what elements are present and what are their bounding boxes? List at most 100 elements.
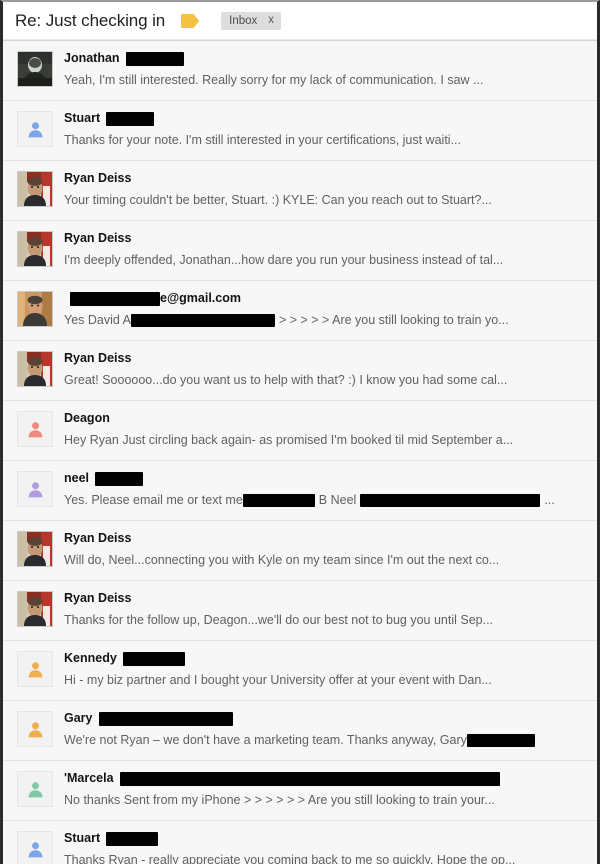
- redaction-bar: [242, 493, 315, 507]
- redaction-bar: [95, 471, 144, 486]
- avatar-stuart: [17, 831, 53, 864]
- avatar-ryan-deiss: [17, 531, 53, 567]
- sender-name: Ryan Deiss: [64, 231, 132, 245]
- label-chip-inbox[interactable]: Inbox x: [221, 11, 282, 30]
- redaction-bar: [106, 111, 155, 126]
- avatar-jonathan: [17, 51, 53, 87]
- message-row[interactable]: Stuart Thanks Ryan - really appreciate yo…: [3, 821, 597, 864]
- avatar-stuart: [17, 111, 53, 147]
- avatar-kennedy: [17, 651, 53, 687]
- message-row[interactable]: neel Yes. Please email me or text me B Nee…: [3, 461, 597, 521]
- message-body: Ryan Deiss I'm deeply offended, Jonathan.…: [64, 230, 597, 268]
- message-body: neel Yes. Please email me or text me B Nee…: [64, 470, 597, 508]
- avatar-ryan-deiss: [17, 171, 53, 207]
- snippet-text: Yes David A: [64, 312, 131, 327]
- person-icon: [27, 121, 44, 138]
- snippet-text: Your timing couldn't be better, Stuart. …: [64, 192, 492, 207]
- message-sender-line: Jonathan: [64, 51, 597, 66]
- message-snippet-line: Great! Soooooo...do you want us to help …: [64, 372, 597, 388]
- sender-name: Ryan Deiss: [64, 171, 132, 185]
- message-snippet-line: Yes David A > > > > > Are you still looki…: [64, 312, 597, 328]
- message-sender-line: Ryan Deiss: [64, 531, 597, 546]
- snippet-text: We're not Ryan – we don't have a marketi…: [64, 732, 467, 747]
- redaction-bar: [122, 651, 185, 666]
- message-body: Ryan Deiss Great! Soooooo...do you want u…: [64, 350, 597, 388]
- message-body: Stuart Thanks Ryan - really appreciate yo…: [64, 830, 597, 864]
- message-row[interactable]: e@gmail.com Yes David A > > > > > Are you …: [3, 281, 597, 341]
- message-row[interactable]: 'Marcela No thanks Sent from my iPhone > …: [3, 761, 597, 821]
- message-sender-line: e@gmail.com: [64, 291, 597, 306]
- sender-name: Jonathan: [64, 51, 120, 65]
- message-row[interactable]: Ryan Deiss Will do, Neel...connecting you…: [3, 521, 597, 581]
- message-body: Stuart Thanks for your note. I'm still in…: [64, 110, 597, 148]
- message-row[interactable]: Stuart Thanks for your note. I'm still in…: [3, 101, 597, 161]
- message-row[interactable]: Gary We're not Ryan – we don't have a mar…: [3, 701, 597, 761]
- sender-name: neel: [64, 471, 90, 485]
- message-snippet-line: Thanks Ryan - really appreciate you comi…: [64, 852, 597, 864]
- message-sender-line: neel: [64, 471, 597, 486]
- sender-name: Stuart: [64, 831, 101, 845]
- label-tag-icon[interactable]: [181, 13, 200, 28]
- sender-name: Ryan Deiss: [64, 351, 132, 365]
- email-thread-window: Re: Just checking in Inbox x Jonathan Yea…: [0, 0, 600, 864]
- message-sender-line: Ryan Deiss: [64, 231, 597, 246]
- message-sender-line: Ryan Deiss: [64, 591, 597, 606]
- sender-name: e@gmail.com: [160, 291, 241, 305]
- message-snippet-line: Hey Ryan Just circling back again- as pr…: [64, 432, 597, 448]
- snippet-text: Hi - my biz partner and I bought your Un…: [64, 672, 492, 687]
- person-icon: [27, 781, 44, 798]
- person-icon: [27, 421, 44, 438]
- redaction-bar: [360, 493, 541, 507]
- message-body: Ryan Deiss Thanks for the follow up, Deag…: [64, 590, 597, 628]
- sender-name: Gary: [64, 711, 93, 725]
- message-sender-line: Gary: [64, 711, 597, 726]
- person-icon: [27, 721, 44, 738]
- message-row[interactable]: Jonathan Yeah, I'm still interested. Real…: [3, 41, 597, 101]
- close-icon[interactable]: x: [268, 14, 274, 27]
- message-row[interactable]: Ryan Deiss Thanks for the follow up, Deag…: [3, 581, 597, 641]
- message-snippet-line: Hi - my biz partner and I bought your Un…: [64, 672, 597, 688]
- snippet-text: Yes. Please email me or text me: [64, 492, 243, 507]
- snippet-text: Thanks for your note. I'm still interest…: [64, 132, 461, 147]
- message-sender-line: 'Marcela: [64, 771, 597, 786]
- message-snippet-line: Yeah, I'm still interested. Really sorry…: [64, 72, 597, 88]
- snippet-text: No thanks Sent from my iPhone > > > > > …: [64, 792, 495, 807]
- snippet-text: Thanks Ryan - really appreciate you comi…: [64, 852, 516, 864]
- message-sender-line: Ryan Deiss: [64, 351, 597, 366]
- avatar-deagon: [17, 411, 53, 447]
- message-row[interactable]: Ryan Deiss Your timing couldn't be better…: [3, 161, 597, 221]
- message-row[interactable]: Ryan Deiss I'm deeply offended, Jonathan.…: [3, 221, 597, 281]
- snippet-text: Great! Soooooo...do you want us to help …: [64, 372, 508, 387]
- message-row[interactable]: Ryan Deiss Great! Soooooo...do you want u…: [3, 341, 597, 401]
- redaction-bar: [106, 831, 159, 846]
- sender-name: Ryan Deiss: [64, 531, 132, 545]
- person-icon: [27, 841, 44, 858]
- message-snippet-line: No thanks Sent from my iPhone > > > > > …: [64, 792, 597, 808]
- person-icon: [27, 661, 44, 678]
- snippet-text: Hey Ryan Just circling back again- as pr…: [64, 432, 514, 447]
- message-row[interactable]: Deagon Hey Ryan Just circling back again-…: [3, 401, 597, 461]
- message-sender-line: Stuart: [64, 831, 597, 846]
- message-row[interactable]: Kennedy Hi - my biz partner and I bought …: [3, 641, 597, 701]
- avatar-ryan-deiss: [17, 351, 53, 387]
- snippet-text: Yeah, I'm still interested. Really sorry…: [64, 72, 484, 87]
- message-body: Jonathan Yeah, I'm still interested. Real…: [64, 50, 597, 88]
- message-body: Gary We're not Ryan – we don't have a mar…: [64, 710, 597, 748]
- message-sender-line: Ryan Deiss: [64, 171, 597, 186]
- message-snippet-line: Thanks for your note. I'm still interest…: [64, 132, 597, 148]
- message-sender-line: Deagon: [64, 411, 597, 426]
- label-chip-text: Inbox: [229, 14, 258, 27]
- person-icon: [27, 481, 44, 498]
- snippet-text: Thanks for the follow up, Deagon...we'll…: [64, 612, 494, 627]
- message-snippet-line: I'm deeply offended, Jonathan...how dare…: [64, 252, 597, 268]
- message-list: Jonathan Yeah, I'm still interested. Real…: [3, 40, 597, 864]
- redaction-bar: [125, 51, 184, 66]
- snippet-text: B Neel: [318, 492, 357, 507]
- redaction-bar: [466, 733, 535, 747]
- snippet-text: Will do, Neel...connecting you with Kyle…: [64, 552, 500, 567]
- message-snippet-line: Will do, Neel...connecting you with Kyle…: [64, 552, 597, 568]
- message-body: 'Marcela No thanks Sent from my iPhone > …: [64, 770, 597, 808]
- message-sender-line: Kennedy: [64, 651, 597, 666]
- snippet-text: ...: [544, 492, 555, 507]
- message-body: Ryan Deiss Will do, Neel...connecting you…: [64, 530, 597, 568]
